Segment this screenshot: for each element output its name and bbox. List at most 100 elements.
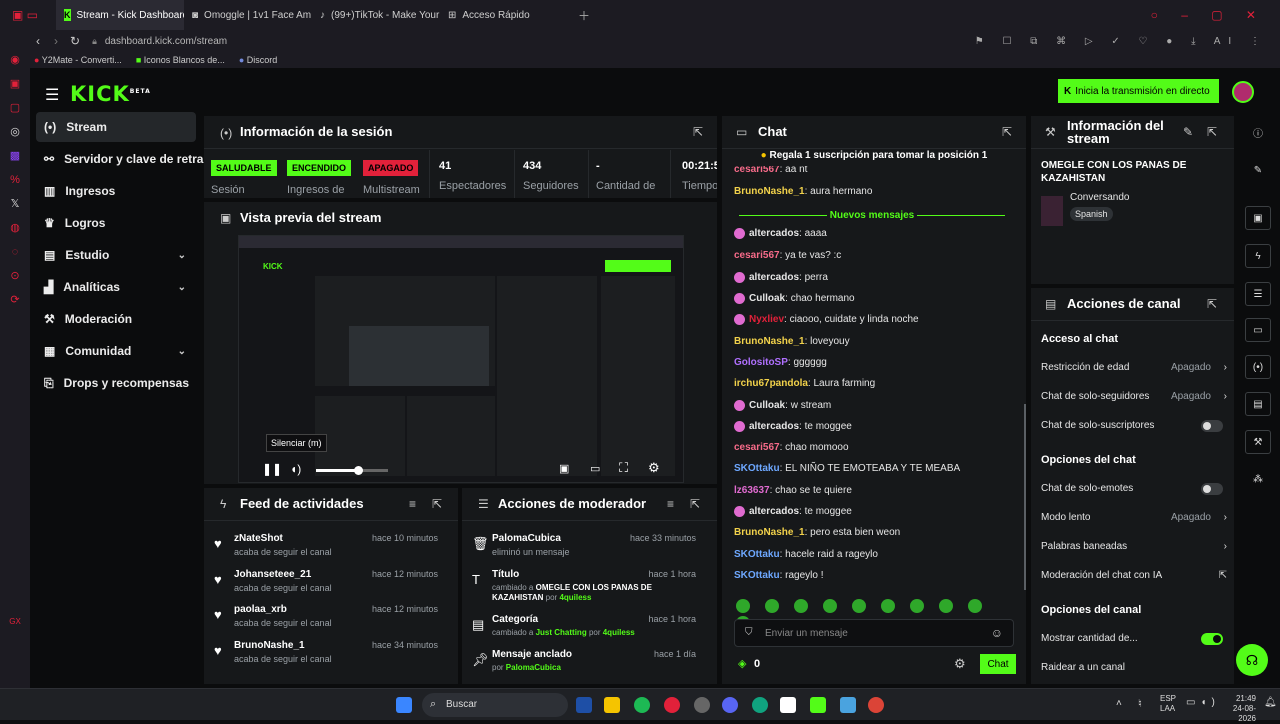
feed-user[interactable]: zNateShot xyxy=(234,533,283,544)
rail-icon[interactable]: ◎ xyxy=(9,126,21,138)
rail-icon[interactable]: % xyxy=(9,174,21,186)
bookmark-iconos[interactable]: ■ Iconos Blancos de... xyxy=(136,55,225,65)
pinned-gift-banner[interactable]: ● Regala 1 suscripción para tomar la pos… xyxy=(722,150,1026,166)
emote-icon[interactable] xyxy=(765,599,779,613)
sidebar-item-comunidad[interactable]: ▦ Comunidad ⌄ xyxy=(36,336,196,366)
rail-icon[interactable]: ◉ xyxy=(9,54,21,66)
fullscreen-icon[interactable]: ⛶ xyxy=(619,460,628,476)
emote-icon[interactable] xyxy=(736,599,750,613)
kick-logo[interactable]: KICKBETA xyxy=(70,82,151,106)
category-label[interactable]: Conversando xyxy=(1070,192,1129,203)
reload-icon[interactable]: ↻ xyxy=(70,34,80,48)
chat-input[interactable]: ⛉ Enviar un mensaje ☺ xyxy=(734,619,1014,647)
wrench-icon[interactable]: ⚒ xyxy=(1245,430,1271,454)
chat-username[interactable]: cesari567 xyxy=(734,442,780,453)
info-icon[interactable]: ⓘ xyxy=(1245,120,1271,144)
sidebar-item-stream[interactable]: (•) Stream xyxy=(36,112,196,142)
browser-menu-icons[interactable]: ▣ ▭ xyxy=(0,8,56,22)
pip-icon[interactable]: ▣ xyxy=(559,462,569,475)
emote-icon[interactable] xyxy=(968,599,982,613)
tray-chevron-up-icon[interactable]: ˄ xyxy=(1116,698,1122,709)
volume-slider[interactable] xyxy=(316,466,388,475)
chat-bubble-icon[interactable]: ▭ xyxy=(1245,318,1271,342)
bookmark-y2mate[interactable]: ● Y2Mate - Converti... xyxy=(34,55,122,65)
spotify-icon[interactable] xyxy=(634,697,650,713)
go-live-button[interactable]: K Inicia la transmisión en directo xyxy=(1058,79,1219,103)
chat-username[interactable]: BrunoNashe_1 xyxy=(734,186,805,197)
edit-pencil-icon[interactable]: ✎ xyxy=(1245,158,1271,182)
help-headset-icon[interactable]: ☊ xyxy=(1236,644,1268,676)
sidebar-item-estudio[interactable]: ▤ Estudio ⌄ xyxy=(36,240,196,270)
chat-username[interactable]: altercados xyxy=(749,228,799,239)
chatgpt-icon[interactable] xyxy=(752,697,768,713)
network-volume-icons[interactable]: ▭◖) xyxy=(1186,697,1220,708)
hamburger-menu-icon[interactable]: ☰ xyxy=(45,85,59,105)
popout-icon[interactable]: ⇱ xyxy=(693,125,703,139)
opera-gx-icon[interactable] xyxy=(664,697,680,713)
forward-icon[interactable]: › xyxy=(54,34,58,48)
emoji-picker-icon[interactable]: ☺ xyxy=(991,626,1003,640)
chat-username[interactable]: Culloak xyxy=(749,400,785,411)
feed-user[interactable]: paolaa_xrb xyxy=(234,604,287,615)
back-icon[interactable]: ‹ xyxy=(36,34,40,48)
rail-icon[interactable]: ⊙ xyxy=(9,270,21,282)
rail-icon[interactable]: ▢ xyxy=(9,102,21,114)
chat-settings-gear-icon[interactable]: ⚙ xyxy=(954,656,966,672)
chrome-icon[interactable] xyxy=(868,697,884,713)
url-field[interactable]: dashboard.kick.com/stream xyxy=(105,36,227,47)
windows-start-icon[interactable] xyxy=(396,697,412,713)
popout-icon[interactable]: ⇱ xyxy=(1002,125,1012,139)
bookmark-discord[interactable]: ● Discord xyxy=(239,55,277,65)
broadcast-icon[interactable]: (•) xyxy=(1245,355,1271,379)
chat-username[interactable]: altercados xyxy=(749,421,799,432)
desc-value[interactable]: Just Chatting xyxy=(536,628,587,637)
steam-icon[interactable] xyxy=(694,697,710,713)
theater-icon[interactable]: ▭ xyxy=(590,462,600,475)
tiktok-icon[interactable] xyxy=(780,697,796,713)
chat-username[interactable]: SKOttaku xyxy=(734,549,780,560)
tab-tiktok[interactable]: ♪ (99+)TikTok - Make Your D xyxy=(312,0,440,30)
setting-row-banned-words[interactable]: Palabras baneadas › xyxy=(1041,541,1227,552)
layers-icon[interactable]: ▤ xyxy=(1245,392,1271,416)
chat-username[interactable]: Culloak xyxy=(749,293,785,304)
chat-username[interactable]: altercados xyxy=(749,506,799,517)
points-count[interactable]: 0 xyxy=(754,658,760,670)
chat-username[interactable]: BrunoNashe_1 xyxy=(734,527,805,538)
edit-pencil-icon[interactable]: ✎ xyxy=(1183,125,1193,139)
sidebar-item-moderacion[interactable]: ⚒ Moderación xyxy=(36,304,196,334)
volume-knob[interactable] xyxy=(353,466,363,475)
photos-icon[interactable] xyxy=(840,697,856,713)
chat-username[interactable]: Nyxliev xyxy=(749,314,784,325)
sidebar-item-ingresos[interactable]: ▥ Ingresos xyxy=(36,176,196,206)
chat-scrollbar[interactable] xyxy=(1024,404,1026,590)
filter-icon[interactable]: ≡ xyxy=(409,497,416,511)
chat-username[interactable]: irchu67pandola xyxy=(734,378,808,389)
microphone-icon[interactable]: ♮ xyxy=(1138,697,1142,710)
sidebar-item-drops[interactable]: ⎘ Drops y recompensas xyxy=(36,368,196,398)
twitch-icon[interactable]: ▩ xyxy=(9,150,21,162)
emote-icon[interactable] xyxy=(881,599,895,613)
lightning-icon[interactable]: ϟ xyxy=(1245,244,1271,268)
rail-icon[interactable]: ⟳ xyxy=(9,294,21,306)
kick-app-icon[interactable] xyxy=(810,697,826,713)
popout-icon[interactable]: ⇱ xyxy=(1207,125,1217,139)
chat-username[interactable]: GolositoSP xyxy=(734,357,788,368)
chat-username[interactable]: lz63637 xyxy=(734,485,770,496)
chat-username[interactable]: cesari567 xyxy=(734,250,780,261)
chat-username[interactable]: SKOttaku xyxy=(734,463,780,474)
emotes-only-toggle[interactable] xyxy=(1201,483,1223,495)
chat-username[interactable]: SKOttaku xyxy=(734,570,780,581)
popout-icon[interactable]: ⇱ xyxy=(1207,297,1217,311)
emote-icon[interactable] xyxy=(823,599,837,613)
rail-icon[interactable]: ◌ xyxy=(9,246,21,258)
app-v-icon[interactable] xyxy=(576,697,592,713)
show-count-toggle[interactable] xyxy=(1201,633,1223,645)
emote-icon[interactable] xyxy=(939,599,953,613)
pause-icon[interactable]: ❚❚ xyxy=(262,462,282,476)
sidebar-item-server-key[interactable]: ⚯ Servidor y clave de retransmisión xyxy=(36,144,206,174)
apps-icon[interactable]: ⁂ xyxy=(1245,467,1271,491)
rail-icon[interactable]: GX xyxy=(9,616,21,628)
rail-icon[interactable]: ▣ xyxy=(9,78,21,90)
toolbar-icons[interactable]: ⚑ ☐ ⧉ ⌘ ▷ ✓ ♡ ● ⤓ AI ⋮ xyxy=(975,36,1268,47)
emote-bar[interactable] xyxy=(736,599,1016,630)
